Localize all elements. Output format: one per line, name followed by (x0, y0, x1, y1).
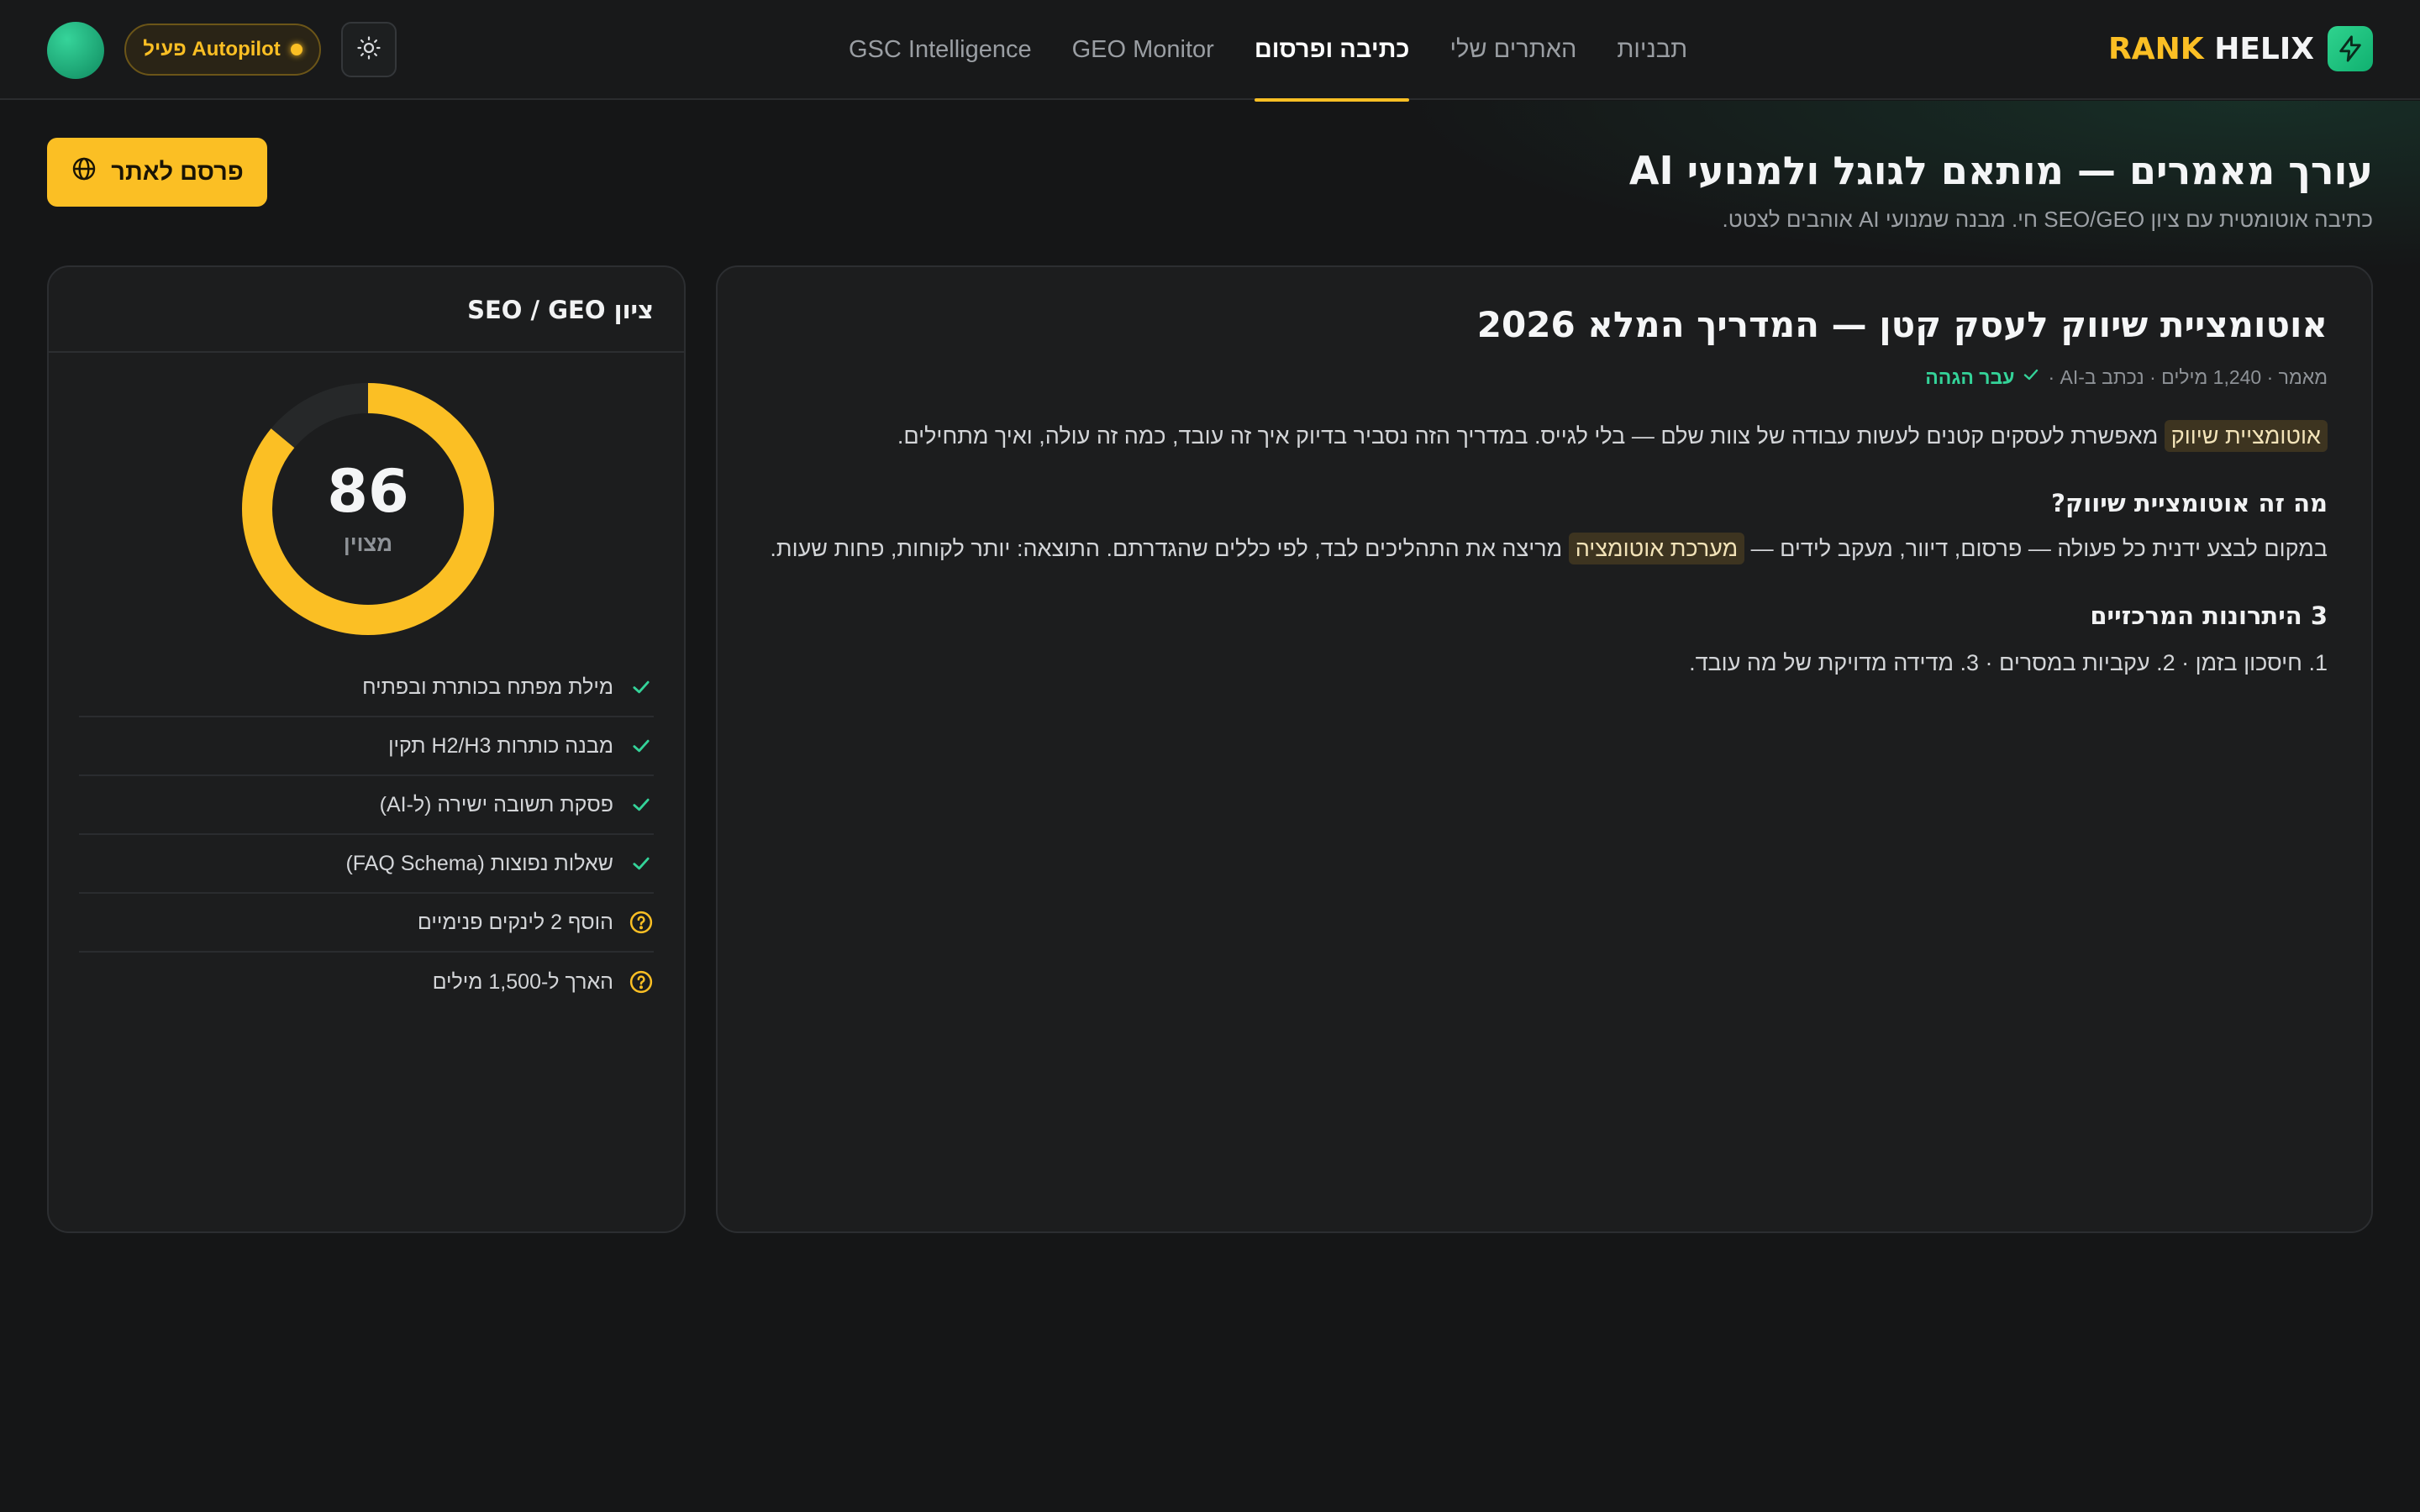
checklist-item-label: מבנה כותרות H2/H3 תקין (388, 733, 613, 758)
divider (49, 351, 684, 353)
nav-item-my-sites[interactable]: האתרים שלי (1449, 0, 1576, 100)
article-meta: מאמר · 1,240 מילים · נכתב ב-AI · עבר הגה… (1925, 365, 2328, 390)
nav-item-templates[interactable]: תבניות (1617, 0, 1687, 100)
help-circle-icon (629, 969, 654, 995)
keyword-highlight: מערכת אוטומציה (1568, 533, 1745, 564)
section1-text-before: במקום לבצע ידנית כל פעולה — פרסום, דיוור… (1744, 536, 2328, 561)
top-bar: Autopilot פעיל GSC Intelligence GEO Moni… (0, 0, 2420, 102)
nav-item-gsc-intelligence[interactable]: GSC Intelligence (849, 0, 1032, 100)
header-glow (1328, 101, 2420, 286)
publish-to-site-button[interactable]: פרסם לאתר (47, 138, 267, 207)
autopilot-label: Autopilot פעיל (143, 38, 281, 60)
checklist-item[interactable]: הוסף 2 לינקים פנימיים (79, 894, 654, 953)
checklist-item: מבנה כותרות H2/H3 תקין (79, 717, 654, 776)
theme-toggle-button[interactable] (341, 22, 397, 77)
checklist-item: פסקת תשובה ישירה (ל-AI) (79, 776, 654, 835)
status-dot-icon (290, 44, 302, 55)
page-subtitle: כתיבה אוטומטית עם ציון SEO/GEO חי. מבנה … (1722, 207, 2373, 232)
brand-logo[interactable]: RANK HELIX (2108, 25, 2373, 72)
bolt-icon (2328, 26, 2373, 71)
main-nav: GSC Intelligence GEO Monitor כתיבה ופרסו… (849, 0, 1687, 102)
section-paragraph-benefits[interactable]: 1. חיסכון בזמן · 2. עקביות במסרים · 3. מ… (1689, 650, 2328, 676)
section-heading-benefits[interactable]: 3 היתרונות המרכזיים (2090, 601, 2328, 630)
checklist-item-label: הוסף 2 לינקים פנימיים (417, 910, 613, 934)
section-paragraph-what-is[interactable]: במקום לבצע ידנית כל פעולה — פרסום, דיוור… (770, 533, 2328, 564)
brand-name-rank: RANK (2108, 31, 2204, 66)
score-panel-title: ציון SEO / GEO (467, 296, 654, 324)
article-title[interactable]: אוטומציית שיווק לעסק קטן — המדריך המלא 2… (1477, 304, 2328, 345)
checklist-item: שאלות נפוצות (FAQ Schema) (79, 835, 654, 894)
intro-text: מאפשרת לעסקים קטנים לעשות עבודה של צוות … (897, 423, 2165, 449)
verified-badge: עבר הגהה (1925, 365, 2041, 390)
globe-icon (71, 155, 97, 189)
page-title: עורך מאמרים — מותאם לגוגל ולמנועי AI (1628, 148, 2373, 193)
check-icon (629, 675, 654, 700)
brand-name: RANK HELIX (2108, 32, 2314, 66)
verified-label: עבר הגהה (1925, 365, 2015, 388)
checklist-item-label: שאלות נפוצות (FAQ Schema) (345, 851, 613, 875)
check-icon (629, 851, 654, 876)
check-icon (2021, 365, 2041, 390)
checklist-item[interactable]: הארך ל-1,500 מילים (79, 953, 654, 1011)
article-editor[interactable]: אוטומציית שיווק לעסק קטן — המדריך המלא 2… (716, 265, 2373, 1233)
score-value: 86 (327, 457, 409, 526)
keyword-highlight: אוטומציית שיווק (2164, 420, 2328, 452)
checklist-item-label: מילת מפתח בכותרת ובפתיח (362, 675, 613, 699)
checklist-item: מילת מפתח בכותרת ובפתיח (79, 659, 654, 717)
section1-text-after: מריצה את התהליכים לבד, לפי כללים שהגדרתם… (770, 536, 1569, 561)
check-icon (629, 792, 654, 817)
sun-icon (356, 35, 381, 65)
intro-paragraph[interactable]: אוטומציית שיווק מאפשרת לעסקים קטנים לעשו… (897, 420, 2328, 452)
autopilot-toggle[interactable]: Autopilot פעיל (124, 24, 321, 76)
article-meta-text: מאמר · 1,240 מילים · נכתב ב-AI · (2048, 365, 2328, 388)
user-avatar[interactable] (47, 22, 104, 79)
publish-button-label: פרסם לאתר (111, 158, 244, 186)
check-icon (629, 733, 654, 759)
brand-name-helix: HELIX (2214, 31, 2314, 66)
section-heading-what-is[interactable]: מה זה אוטומציית שיווק? (2051, 489, 2328, 517)
score-rating-label: מצוין (343, 531, 393, 556)
nav-item-writing-publishing[interactable]: כתיבה ופרסום (1254, 0, 1409, 102)
checklist-item-label: פסקת תשובה ישירה (ל-AI) (379, 792, 613, 816)
seo-geo-score-panel: ציון SEO / GEO 86 מצוין מילת מפתח בכותרת… (47, 265, 686, 1233)
seo-checklist: מילת מפתח בכותרת ובפתיח מבנה כותרות H2/H3… (79, 659, 654, 1011)
help-circle-icon (629, 910, 654, 935)
checklist-item-label: הארך ל-1,500 מילים (432, 969, 613, 994)
nav-item-geo-monitor[interactable]: GEO Monitor (1072, 0, 1214, 100)
